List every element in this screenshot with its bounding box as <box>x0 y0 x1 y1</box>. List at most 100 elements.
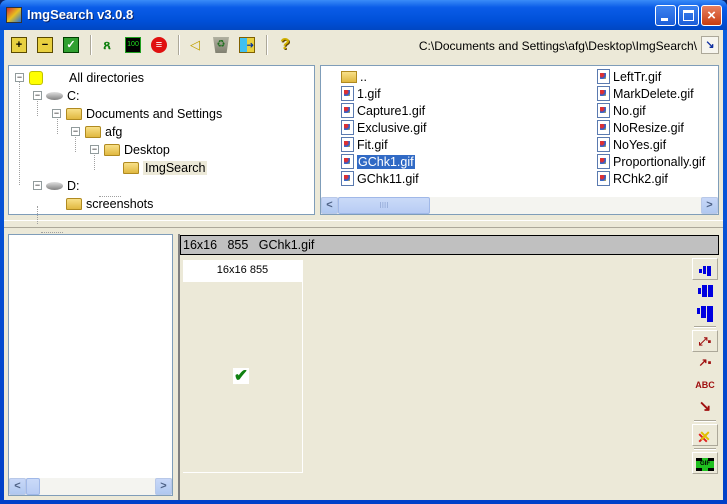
app-window: ImgSearch v3.0.8 × + − ✓ ጸ 100 ≡ ◁ ♻ ➜ ?… <box>0 0 727 504</box>
file-list[interactable]: .. 1.gif Capture1.gif Exclusive.gif Fit.gif G… <box>320 65 719 215</box>
file-name: NoYes.gif <box>613 137 667 152</box>
file-name: No.gif <box>613 103 646 118</box>
folder-icon <box>85 126 101 138</box>
stop-button[interactable]: ≡ <box>148 34 170 56</box>
tree-line <box>57 116 58 134</box>
file-list-horizontal-scrollbar[interactable]: < IIII > <box>321 197 718 214</box>
tree-item-drive-c[interactable]: C: <box>46 87 80 105</box>
collapse-toggle[interactable]: − <box>71 127 80 136</box>
side-toolbar-separator <box>694 448 716 450</box>
scroll-right-button[interactable]: > <box>155 478 172 495</box>
clear-marks-icon: ✕ <box>699 428 711 444</box>
close-button[interactable]: × <box>701 5 722 26</box>
medium-bars-icon <box>697 285 713 298</box>
run-button[interactable]: ጸ <box>96 34 118 56</box>
help-icon: ? <box>280 36 290 53</box>
results-list[interactable]: < > <box>8 234 173 496</box>
file-item[interactable]: 1.gif <box>341 85 381 102</box>
title-bar[interactable]: ImgSearch v3.0.8 × <box>0 0 727 30</box>
image-info-bar: 16x16 855 GChk1.gif <box>180 235 719 255</box>
all-directories-icon <box>29 71 43 85</box>
tree-item-documents-and-settings[interactable]: Documents and Settings <box>66 105 222 123</box>
file-name: GChk11.gif <box>357 171 419 186</box>
tree-item-drive-d[interactable]: D: <box>46 177 80 195</box>
collapse-toggle[interactable]: − <box>52 109 61 118</box>
sound-button[interactable]: ◁ <box>184 34 206 56</box>
sort-by-count-icon: ↗▪ <box>698 357 712 369</box>
sort-count-button[interactable]: ↗▪ <box>692 352 718 374</box>
window-title: ImgSearch v3.0.8 <box>27 7 134 22</box>
scrollbar-thumb[interactable]: IIII <box>338 197 430 214</box>
tree-line <box>75 134 76 152</box>
scroll-left-button[interactable]: < <box>321 197 338 214</box>
thumbnail-cell[interactable]: 16x16 855 ✔ <box>183 260 303 473</box>
file-item[interactable]: Exclusive.gif <box>341 119 426 136</box>
collapse-toggle[interactable]: − <box>33 91 42 100</box>
recycle-button[interactable]: ♻ <box>210 34 232 56</box>
folder-icon <box>66 108 82 120</box>
tree-item-afg[interactable]: afg <box>85 123 122 141</box>
scroll-right-button[interactable]: > <box>701 197 718 214</box>
check-folder-button[interactable]: ✓ <box>60 34 82 56</box>
tree-item-screenshots[interactable]: screenshots <box>66 195 153 213</box>
horizontal-splitter[interactable] <box>4 220 723 228</box>
thumbnail-caption: 16x16 855 <box>183 260 302 282</box>
tree-item-label: afg <box>105 125 123 139</box>
folder-up-icon <box>341 70 357 83</box>
tree-item-desktop[interactable]: Desktop <box>104 141 170 159</box>
scroll-left-button[interactable]: < <box>9 478 26 495</box>
clear-marks-button[interactable]: ✕ <box>692 424 718 446</box>
size-small-button[interactable] <box>692 258 718 280</box>
limit-button[interactable]: 100 <box>122 34 144 56</box>
folder-open-icon <box>123 162 139 174</box>
help-button[interactable]: ? <box>274 34 296 56</box>
toolbar-separator <box>178 35 180 55</box>
collapse-toggle[interactable]: − <box>33 181 42 190</box>
scrollbar-thumb[interactable] <box>26 478 40 495</box>
minimize-button[interactable] <box>655 5 676 26</box>
file-item[interactable]: Proportionally.gif <box>597 153 705 170</box>
export-button[interactable]: ➜ <box>236 34 258 56</box>
size-medium-button[interactable] <box>692 280 718 302</box>
sort-name-button[interactable]: ABC <box>692 374 718 396</box>
go-to-path-button[interactable]: ↘ <box>701 36 719 54</box>
file-item[interactable]: NoYes.gif <box>597 136 666 153</box>
animate-gif-button[interactable]: GIF <box>692 452 718 474</box>
export-icon: ➜ <box>239 37 255 53</box>
gif-file-icon <box>597 137 610 152</box>
file-item[interactable]: Capture1.gif <box>341 102 425 119</box>
maximize-button[interactable] <box>678 5 699 26</box>
collapse-toggle[interactable]: − <box>15 73 24 82</box>
file-item[interactable]: No.gif <box>597 102 646 119</box>
sort-size-button[interactable]: ⤢▪ <box>692 330 718 352</box>
tree-item-imgsearch[interactable]: ImgSearch <box>123 159 208 177</box>
toolbar: + − ✓ ጸ 100 ≡ ◁ ♻ ➜ ? C:\Documents and S… <box>4 30 723 60</box>
arrow-down-right-icon: ↘ <box>698 398 712 415</box>
file-item[interactable]: LeftTr.gif <box>597 68 661 85</box>
file-item[interactable]: RChk2.gif <box>597 170 668 187</box>
file-name: MarkDelete.gif <box>613 86 694 101</box>
gif-file-icon <box>341 154 354 169</box>
directory-tree[interactable]: − All directories − C: − Documents and S… <box>8 65 315 233</box>
results-horizontal-scrollbar[interactable]: < > <box>9 478 172 495</box>
size-large-button[interactable] <box>692 302 718 324</box>
toolbar-separator <box>90 35 92 55</box>
tree-line <box>19 80 20 185</box>
side-toolbar-separator <box>694 326 716 328</box>
tree-item-label: Documents and Settings <box>86 107 223 121</box>
green-check-icon[interactable]: ✔ <box>233 367 249 384</box>
file-item[interactable]: GChk1.gif <box>341 153 416 170</box>
file-item[interactable]: Fit.gif <box>341 136 388 153</box>
gif-file-icon <box>341 120 354 135</box>
remove-folder-button[interactable]: − <box>34 34 56 56</box>
tree-item-all-directories[interactable]: All directories <box>29 69 144 87</box>
parent-folder-item[interactable]: .. <box>341 68 367 85</box>
file-item[interactable]: MarkDelete.gif <box>597 85 694 102</box>
add-folder-button[interactable]: + <box>8 34 30 56</box>
file-item[interactable]: GChk11.gif <box>341 170 419 187</box>
sort-none-button[interactable]: ↘ <box>692 396 718 418</box>
file-name: LeftTr.gif <box>613 69 662 84</box>
file-name: Exclusive.gif <box>357 120 427 135</box>
file-item[interactable]: NoResize.gif <box>597 119 684 136</box>
collapse-toggle[interactable]: − <box>90 145 99 154</box>
